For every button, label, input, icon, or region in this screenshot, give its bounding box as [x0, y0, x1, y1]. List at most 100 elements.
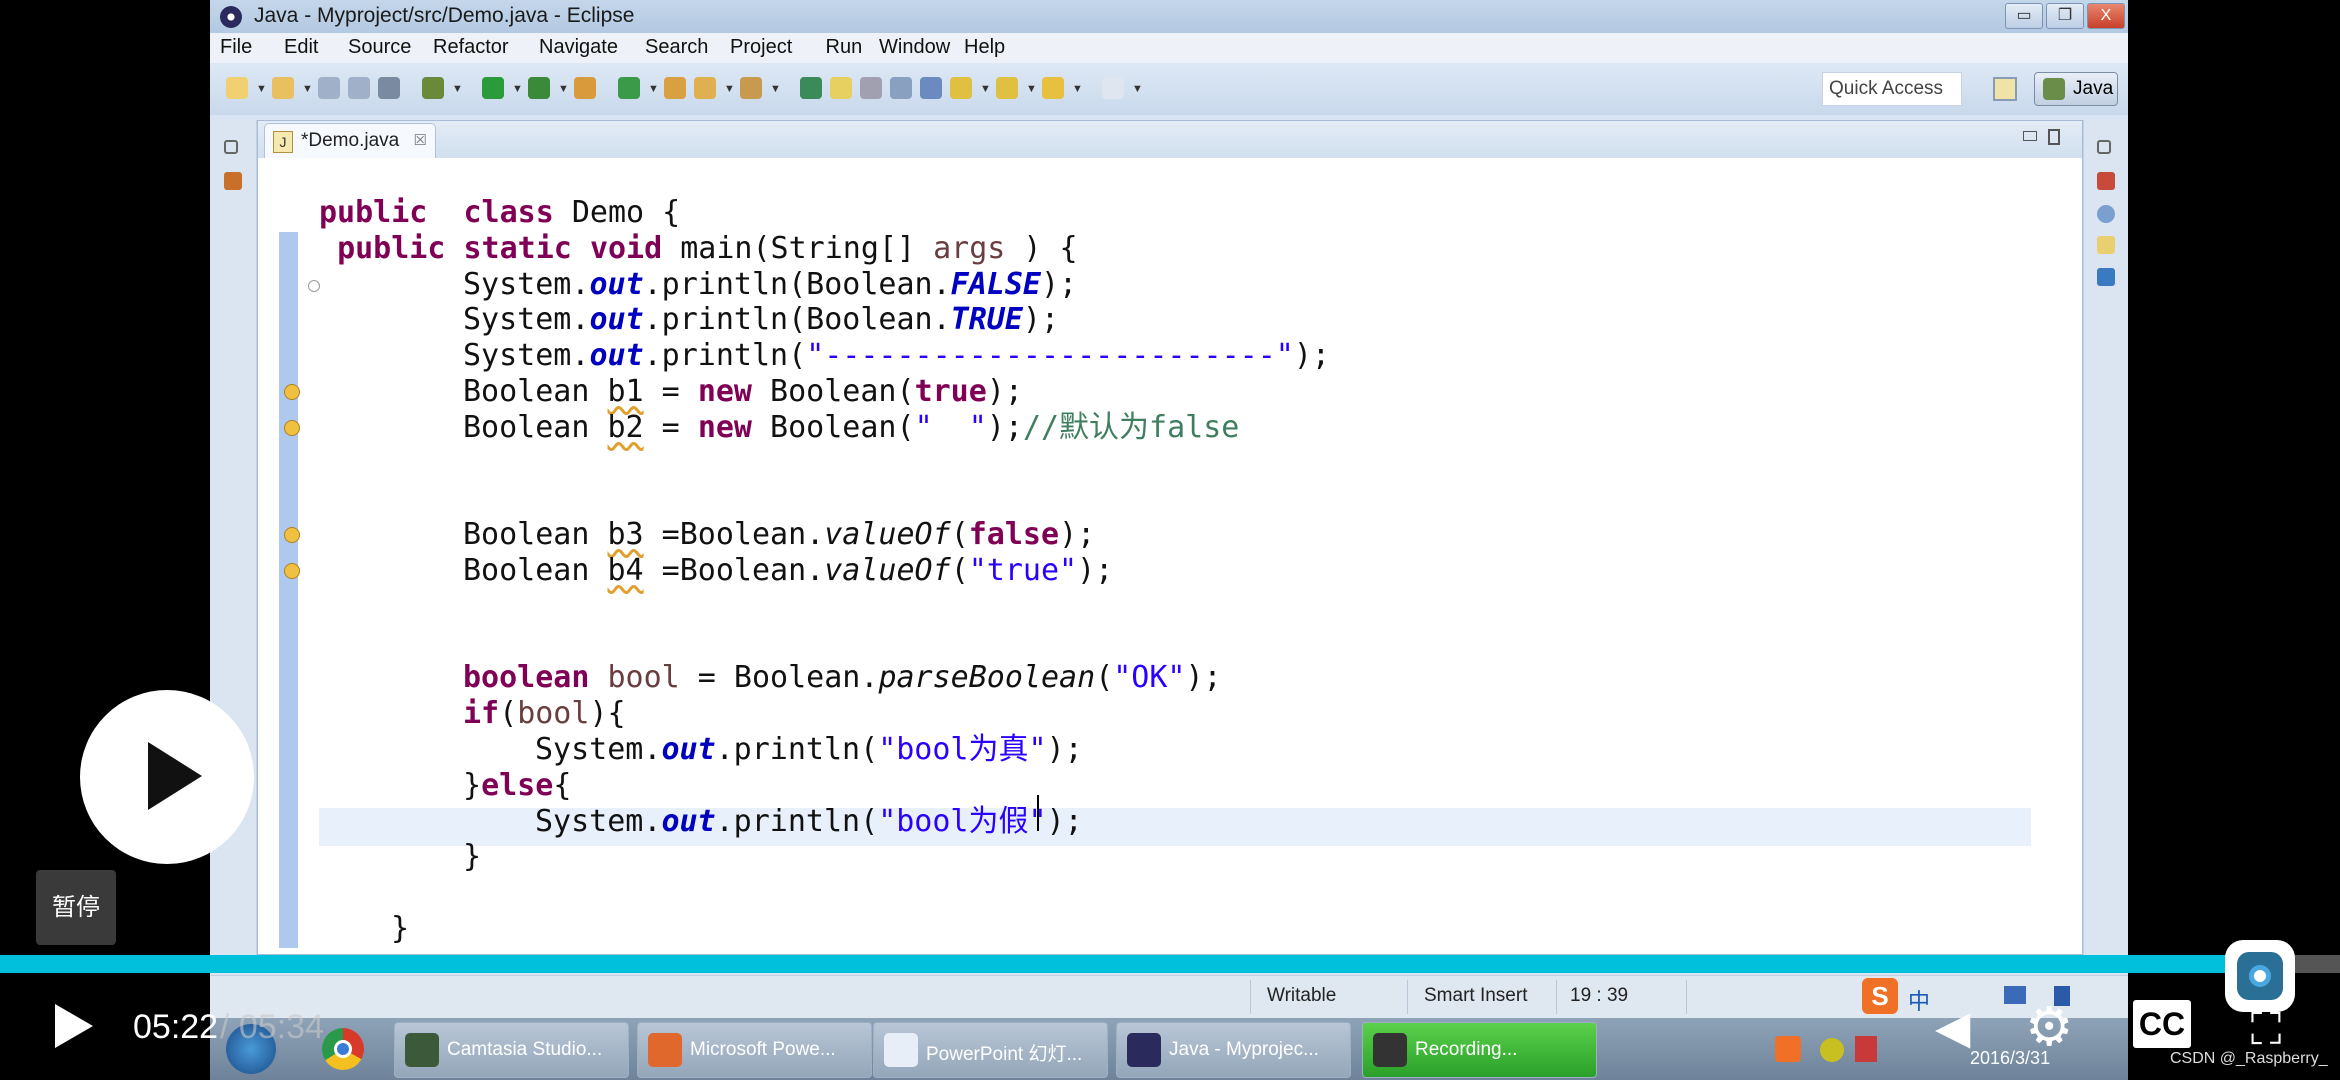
- block-selection-icon[interactable]: [890, 77, 912, 99]
- fold-toggle-icon[interactable]: [308, 280, 320, 292]
- settings-gear-icon[interactable]: ⚙: [2025, 995, 2085, 1057]
- java-perspective-button[interactable]: Java: [2034, 72, 2118, 106]
- javadoc-icon[interactable]: [2097, 205, 2115, 223]
- save-all-icon[interactable]: [348, 77, 370, 99]
- code-line[interactable]: Boolean b3 =Boolean.valueOf(false);: [463, 517, 1095, 553]
- big-play-button[interactable]: [80, 690, 254, 864]
- menu-source[interactable]: Source: [348, 36, 411, 59]
- menu-refactor[interactable]: Refactor: [433, 36, 509, 59]
- skip-breakpoints-icon[interactable]: [378, 77, 400, 99]
- dropdown-arrow-icon[interactable]: ▼: [1026, 83, 1037, 95]
- sogou-ime-bar[interactable]: S 中: [1854, 976, 2134, 1016]
- code-line[interactable]: public class Demo {: [319, 195, 680, 231]
- minimize-button[interactable]: ▭: [2005, 3, 2043, 29]
- ime-chinese-mode-icon[interactable]: 中: [1908, 984, 1930, 1016]
- menu-project[interactable]: Project: [730, 36, 792, 59]
- quick-access-input[interactable]: Quick Access: [1822, 72, 1962, 106]
- code-line[interactable]: System.out.println(Boolean.TRUE);: [463, 302, 1059, 338]
- next-annotation-icon[interactable]: [950, 77, 972, 99]
- sogou-tray-icon[interactable]: [1775, 1036, 1801, 1062]
- open-type-icon[interactable]: [664, 77, 686, 99]
- code-line[interactable]: boolean bool = Boolean.parseBoolean("OK"…: [463, 660, 1222, 696]
- tray-app-icon[interactable]: [1855, 1036, 1877, 1062]
- warning-icon[interactable]: [284, 384, 300, 400]
- taskbar-item[interactable]: PowerPoint 幻灯...: [873, 1022, 1108, 1078]
- run-icon[interactable]: [482, 77, 504, 99]
- menu-edit[interactable]: Edit: [284, 36, 318, 59]
- menu-run[interactable]: Run: [826, 36, 863, 59]
- dropdown-arrow-icon[interactable]: ▼: [256, 83, 267, 95]
- previous-annotation-icon[interactable]: [996, 77, 1018, 99]
- tray-app-icon[interactable]: [1820, 1038, 1844, 1062]
- code-line[interactable]: Boolean b2 = new Boolean(" ");//默认为false: [463, 410, 1239, 446]
- code-line[interactable]: }: [391, 911, 409, 947]
- warning-icon[interactable]: [284, 563, 300, 579]
- restore-button[interactable]: ❐: [2046, 3, 2084, 29]
- sogou-icon[interactable]: S: [1862, 978, 1898, 1014]
- tab-demo-java[interactable]: J *Demo.java ☒: [264, 123, 436, 158]
- menu-window[interactable]: Window: [879, 36, 950, 59]
- show-paragraph-icon[interactable]: [920, 77, 942, 99]
- chrome-icon[interactable]: [322, 1028, 364, 1070]
- code-area[interactable]: public class Demo { public static void m…: [258, 158, 2038, 954]
- menu-help[interactable]: Help: [964, 36, 1005, 59]
- dropdown-arrow-icon[interactable]: ▼: [724, 83, 735, 95]
- dropdown-arrow-icon[interactable]: ▼: [558, 83, 569, 95]
- run-external-tool-icon[interactable]: [528, 77, 550, 99]
- new-java-package-icon[interactable]: [574, 77, 596, 99]
- code-line[interactable]: Boolean b4 =Boolean.valueOf("true");: [463, 553, 1113, 589]
- dropdown-arrow-icon[interactable]: ▼: [770, 83, 781, 95]
- dropdown-arrow-icon[interactable]: ▼: [452, 83, 463, 95]
- minimize-editor-icon[interactable]: [2023, 131, 2037, 141]
- close-tab-icon[interactable]: ☒: [414, 131, 427, 149]
- new-class-icon[interactable]: [618, 77, 640, 99]
- taskbar-item[interactable]: Camtasia Studio...: [394, 1022, 629, 1078]
- code-line[interactable]: if(bool){: [463, 696, 626, 732]
- back-icon[interactable]: [1042, 77, 1064, 99]
- dropdown-arrow-icon[interactable]: ▼: [980, 83, 991, 95]
- dropdown-arrow-icon[interactable]: ▼: [302, 83, 313, 95]
- dropdown-arrow-icon[interactable]: ▼: [648, 83, 659, 95]
- declaration-icon[interactable]: [2097, 236, 2115, 254]
- open-perspective-icon[interactable]: [1993, 77, 2017, 101]
- code-line[interactable]: }else{: [463, 768, 571, 804]
- outline-icon[interactable]: [2097, 172, 2115, 190]
- warning-icon[interactable]: [284, 419, 300, 436]
- volume-icon[interactable]: ◀: [1935, 1000, 1985, 1060]
- open-task-icon[interactable]: [694, 77, 716, 99]
- taskbar-item[interactable]: Recording...: [1362, 1022, 1597, 1078]
- package-explorer-icon[interactable]: [224, 172, 242, 190]
- video-progress-filled[interactable]: [0, 955, 2261, 973]
- console-icon[interactable]: [2097, 268, 2115, 286]
- new-icon[interactable]: [226, 77, 248, 99]
- forward-icon[interactable]: [1102, 77, 1124, 99]
- new-type-icon[interactable]: [272, 77, 294, 99]
- code-line[interactable]: System.out.println(Boolean.FALSE);: [463, 267, 1077, 303]
- toggle-highlight-icon[interactable]: [830, 77, 852, 99]
- code-line[interactable]: System.out.println("--------------------…: [463, 338, 1330, 374]
- code-line[interactable]: public static void main(String[] args ) …: [319, 231, 1078, 267]
- toggle-mark-occurrences-icon[interactable]: [800, 77, 822, 99]
- code-line[interactable]: Boolean b1 = new Boolean(true);: [463, 374, 1023, 410]
- restore-view-icon[interactable]: [224, 140, 238, 154]
- save-icon[interactable]: [318, 77, 340, 99]
- closed-captions-button[interactable]: CC: [2133, 1000, 2191, 1048]
- code-line[interactable]: }: [463, 839, 481, 875]
- dropdown-arrow-icon[interactable]: ▼: [1072, 83, 1083, 95]
- debug-icon[interactable]: [422, 77, 444, 99]
- taskbar-item[interactable]: Java - Myprojec...: [1116, 1022, 1351, 1078]
- menu-search[interactable]: Search: [645, 36, 708, 59]
- menu-file[interactable]: File: [220, 36, 252, 59]
- dropdown-arrow-icon[interactable]: ▼: [1132, 83, 1143, 95]
- code-line[interactable]: System.out.println("bool为真");: [535, 732, 1083, 768]
- restore-view-icon[interactable]: [2097, 140, 2111, 154]
- keyboard-icon[interactable]: [2004, 986, 2026, 1004]
- menu-navigate[interactable]: Navigate: [539, 36, 618, 59]
- dropdown-arrow-icon[interactable]: ▼: [512, 83, 523, 95]
- code-line[interactable]: System.out.println("bool为假");: [535, 804, 1083, 840]
- show-whitespace-icon[interactable]: [860, 77, 882, 99]
- maximize-editor-icon[interactable]: [2048, 129, 2060, 145]
- close-button[interactable]: X: [2087, 3, 2125, 29]
- search-icon[interactable]: [740, 77, 762, 99]
- play-small-icon[interactable]: [55, 1004, 93, 1048]
